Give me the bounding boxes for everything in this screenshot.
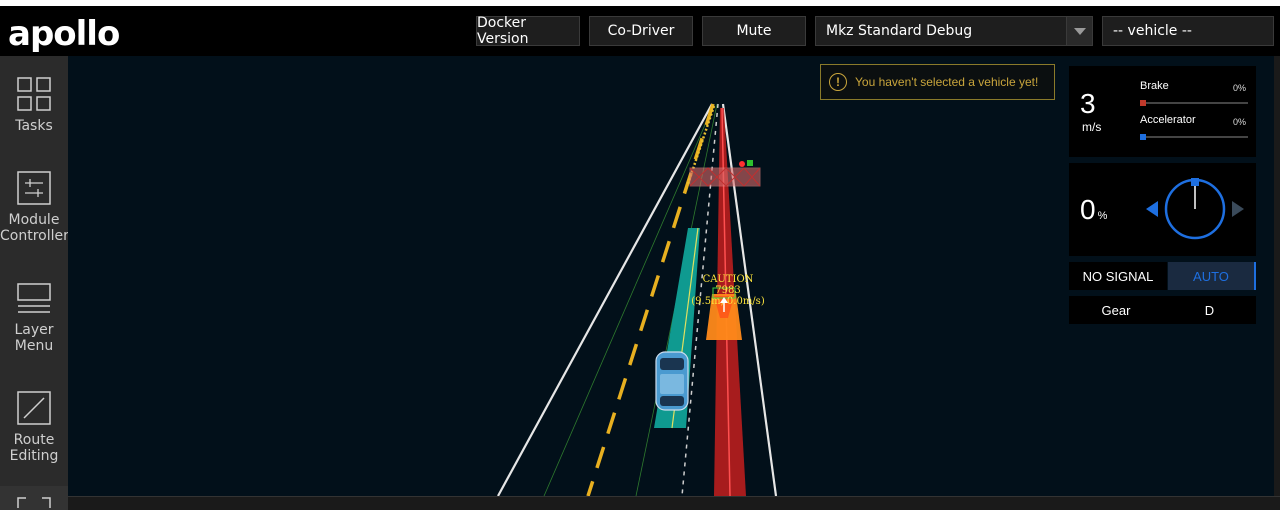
sidebar-item-route-editing[interactable]: Route Editing — [0, 390, 68, 500]
sidebar: Tasks Module Controller Layer Menu Route… — [0, 56, 69, 510]
accelerator-label: Accelerator — [1140, 114, 1196, 126]
layer-menu-icon — [17, 283, 51, 313]
mute-button[interactable]: Mute — [702, 16, 806, 46]
accelerator-percent: 0% — [1233, 117, 1247, 127]
module-controller-icon — [17, 171, 51, 205]
co-driver-button[interactable]: Co-Driver — [589, 16, 693, 46]
brake-bar — [1140, 100, 1248, 106]
chevron-down-icon — [1066, 17, 1092, 45]
obstacle-label: CAUTION 7983 (9.5m, 0.0m/s) — [688, 274, 768, 307]
speed-value: 3 — [1080, 88, 1096, 119]
header-bar: apollo Docker Version Co-Driver Mute Mkz… — [0, 6, 1280, 56]
vehicle-select[interactable]: -- vehicle -- — [1102, 16, 1274, 46]
mode-select-value: Mkz Standard Debug — [826, 23, 973, 39]
obstacle-status: CAUTION — [702, 274, 754, 285]
brake-bar-fill — [1140, 100, 1146, 106]
accelerator-bar — [1140, 134, 1248, 140]
sidebar-item-label: Module Controller — [0, 212, 69, 244]
apollo-logo: apollo — [8, 14, 120, 54]
bottom-bar — [68, 496, 1280, 510]
accelerator-bar-fill — [1140, 134, 1146, 140]
obstacle-id: 7983 — [715, 285, 741, 296]
sidebar-item-layer-menu[interactable]: Layer Menu — [0, 280, 68, 390]
gear-label: Gear — [1069, 296, 1163, 324]
brake-percent: 0% — [1233, 83, 1247, 93]
warning-text: You haven't selected a vehicle yet! — [855, 75, 1039, 89]
traffic-light-icon — [739, 161, 745, 167]
obstacle-info: (9.5m, 0.0m/s) — [691, 296, 765, 307]
vehicle-select-value: -- vehicle -- — [1113, 23, 1192, 39]
tasks-icon — [17, 77, 51, 111]
brake-label: Brake — [1140, 80, 1169, 92]
mode-select[interactable]: Mkz Standard Debug — [815, 16, 1093, 46]
stop-fence — [689, 167, 761, 187]
steering-value: 0% — [1080, 194, 1108, 225]
vehicle-warning-notification: ! You haven't selected a vehicle yet! — [820, 64, 1055, 100]
gear-value: D — [1163, 296, 1256, 324]
more-icon — [17, 497, 51, 508]
drive-mode-badge: AUTO — [1168, 262, 1256, 290]
right-edge-panel — [1274, 56, 1280, 496]
sidebar-item-module-controller[interactable]: Module Controller — [0, 170, 69, 280]
signal-status: NO SIGNAL — [1069, 262, 1167, 290]
sidebar-item-label: Layer Menu — [14, 322, 54, 354]
docker-version-button[interactable]: Docker Version — [476, 15, 580, 47]
route-editing-icon — [17, 391, 51, 425]
speed-unit: m/s — [1082, 120, 1102, 134]
sidebar-item-more[interactable] — [0, 486, 68, 510]
sidebar-item-label: Tasks — [15, 118, 53, 134]
steering-wheel-icon — [1146, 178, 1244, 240]
ego-vehicle — [655, 351, 689, 411]
sidebar-item-label: Route Editing — [9, 432, 59, 464]
warning-icon: ! — [829, 73, 847, 91]
